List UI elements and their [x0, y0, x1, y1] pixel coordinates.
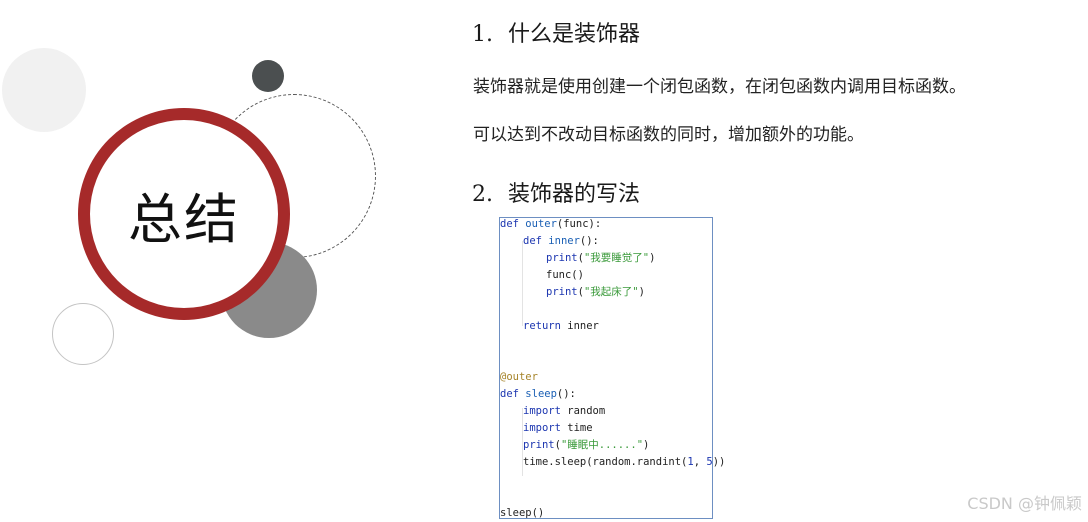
paragraph-1: 装饰器就是使用创建一个闭包函数，在闭包函数内调用目标函数。 — [473, 77, 966, 97]
code-line: def outer(func): — [500, 218, 602, 230]
code-line: import random — [523, 405, 606, 417]
watermark: CSDN @钟佩颖 — [967, 494, 1082, 513]
section-number: 2. — [472, 182, 493, 207]
paragraph-2: 可以达到不改动目标函数的同时，增加额外的功能。 — [473, 125, 864, 145]
section-heading-2: 2. 装饰器的写法 — [472, 176, 640, 208]
code-line: @outer — [500, 371, 538, 383]
decorative-circle-outline — [52, 303, 114, 365]
section-number: 1. — [472, 22, 493, 47]
code-line: time.sleep(random.randint(1, 5)) — [523, 456, 726, 468]
code-block: def outer(func): def inner(): print("我要睡… — [499, 217, 725, 519]
code-line: print("我要睡觉了") — [546, 252, 656, 264]
code-line: func() — [546, 269, 584, 281]
decorative-circle-dark — [252, 60, 284, 92]
code-line: def sleep(): — [500, 388, 576, 400]
code-line: import time — [523, 422, 593, 434]
section-title: 装饰器的写法 — [508, 182, 641, 207]
decorative-circle-light — [2, 48, 86, 132]
summary-title: 总结 — [128, 187, 240, 251]
indent-guide — [522, 241, 523, 326]
summary-red-ring: 总结 — [78, 108, 290, 320]
section-heading-1: 1. 什么是装饰器 — [472, 16, 640, 48]
code-line: def inner(): — [523, 235, 599, 247]
code-line: print("睡眠中......") — [523, 439, 650, 451]
section-title: 什么是装饰器 — [508, 22, 641, 47]
code-line: sleep() — [500, 507, 545, 519]
code-line: print("我起床了") — [546, 286, 645, 298]
code-line: return inner — [523, 320, 599, 332]
